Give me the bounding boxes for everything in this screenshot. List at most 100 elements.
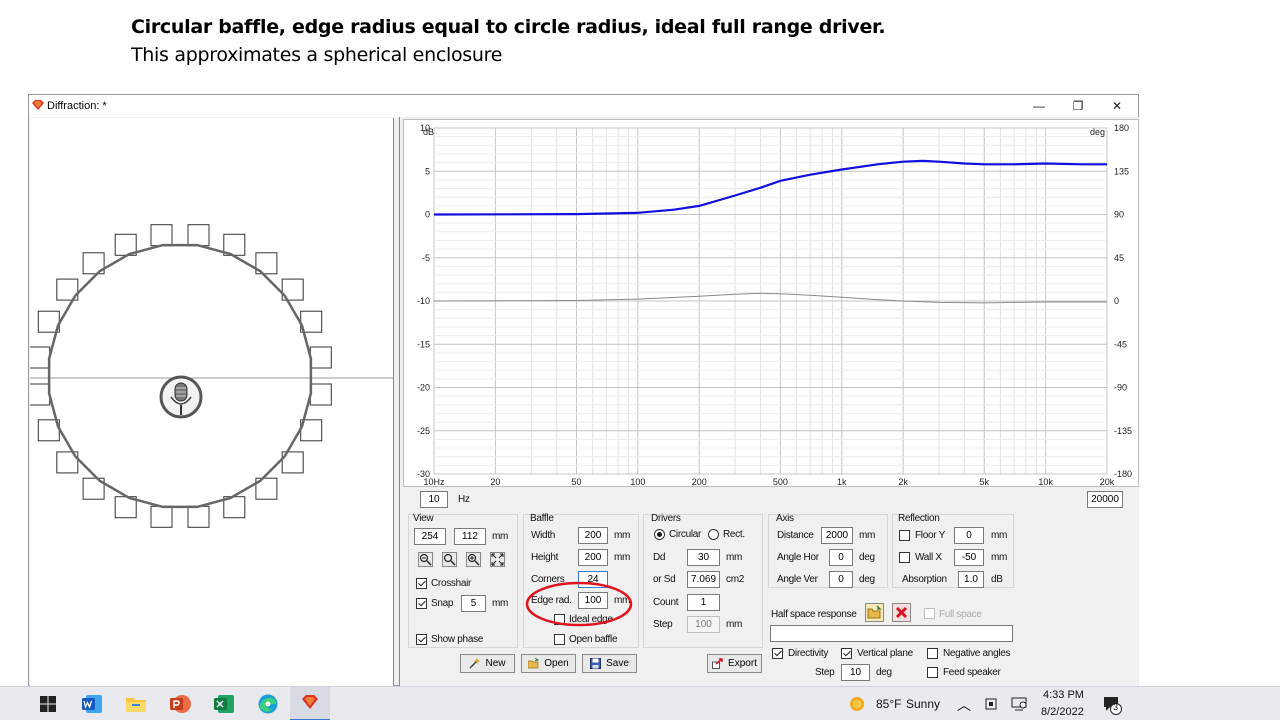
angle-hor-input[interactable]: 0: [829, 549, 853, 566]
clock-date[interactable]: 8/2/2022: [1041, 706, 1084, 718]
angle-ver-label: Angle Ver: [777, 574, 818, 585]
weather-temp[interactable]: 85°F: [876, 697, 901, 711]
corner-handle[interactable]: [187, 505, 210, 528]
new-button-label: New: [485, 658, 506, 669]
export-button[interactable]: Export: [707, 654, 762, 673]
floor-input[interactable]: 0: [954, 527, 984, 544]
open-button[interactable]: Open: [521, 654, 576, 673]
crosshair-checkbox[interactable]: [416, 578, 427, 589]
drivers-group-label: Drivers: [651, 513, 681, 524]
save-button[interactable]: Save: [582, 654, 637, 673]
negative-angles-label: Negative angles: [943, 648, 1011, 659]
dd-input[interactable]: 30: [687, 549, 720, 566]
edge-rad-highlight-circle: [525, 581, 633, 627]
corner-handle[interactable]: [309, 383, 332, 406]
driver-step-unit: mm: [726, 619, 743, 630]
zoom-in-icon[interactable]: [466, 552, 481, 567]
baffle-width-unit: mm: [614, 530, 631, 541]
half-space-path-input[interactable]: [770, 625, 1013, 642]
new-button[interactable]: New: [460, 654, 515, 673]
x-tick: 50: [571, 477, 581, 487]
rect-label: Rect.: [723, 529, 745, 540]
clock-time[interactable]: 4:33 PM: [1043, 689, 1084, 701]
x-tick: 20: [490, 477, 500, 487]
notification-icon[interactable]: [1102, 695, 1122, 715]
full-space-label: Full space: [939, 609, 982, 620]
angle-ver-input[interactable]: 0: [829, 571, 853, 588]
corner-handle[interactable]: [150, 224, 173, 247]
excel-icon[interactable]: [212, 692, 236, 716]
freq-max-input[interactable]: 20000: [1087, 491, 1123, 508]
zoom-fit-icon[interactable]: [442, 552, 457, 567]
corner-handle[interactable]: [187, 224, 210, 247]
restore-button[interactable]: ❐: [1058, 96, 1098, 116]
corner-handle[interactable]: [309, 346, 332, 369]
snap-checkbox[interactable]: [416, 598, 427, 609]
diffraction-window: Diffraction: * — ❐ ✕ 10 5 0 -5 -10 -15 -…: [28, 94, 1139, 687]
rect-radio[interactable]: [708, 529, 719, 540]
diffraction-taskbar-button[interactable]: [290, 687, 330, 720]
absorption-label: Absorption: [902, 574, 947, 585]
file-explorer-icon[interactable]: [124, 692, 148, 716]
x-tick: 200: [692, 477, 707, 487]
sd-input[interactable]: 7.069: [687, 571, 720, 588]
distance-input[interactable]: 2000: [821, 527, 853, 544]
corner-handle[interactable]: [150, 505, 173, 528]
open-baffle-checkbox[interactable]: [554, 634, 565, 645]
vertical-plane-checkbox[interactable]: [841, 648, 852, 659]
chevron-up-icon[interactable]: ︿: [957, 695, 971, 715]
floor-label: Floor Y: [915, 530, 945, 541]
show-phase-checkbox[interactable]: [416, 634, 427, 645]
close-button[interactable]: ✕: [1097, 96, 1137, 116]
view-height-input[interactable]: 112: [454, 528, 486, 545]
network-icon[interactable]: [1011, 696, 1027, 712]
microphone-icon[interactable]: [159, 375, 203, 419]
circular-radio[interactable]: [654, 529, 665, 540]
weather-text[interactable]: Sunny: [906, 697, 940, 711]
snap-input[interactable]: 5: [461, 595, 486, 612]
directivity-checkbox[interactable]: [772, 648, 783, 659]
absorption-input[interactable]: 1.0: [958, 571, 984, 588]
baffle-height-unit: mm: [614, 552, 631, 563]
minimize-button[interactable]: —: [1019, 96, 1059, 116]
zoom-out-icon[interactable]: [418, 552, 433, 567]
powerpoint-icon[interactable]: [168, 692, 192, 716]
sd-unit: cm2: [726, 574, 744, 585]
dd-unit: mm: [726, 552, 743, 563]
delete-icon[interactable]: [892, 603, 911, 622]
floppy-disk-icon: [590, 658, 602, 669]
view-width-input[interactable]: 254: [414, 528, 446, 545]
wall-input[interactable]: -50: [954, 549, 984, 566]
x-tick: 500: [773, 477, 788, 487]
snap-unit: mm: [492, 598, 509, 609]
x-tick: 1k: [837, 477, 847, 487]
floor-checkbox[interactable]: [899, 530, 910, 541]
title-bar[interactable]: Diffraction: * — ❐ ✕: [29, 95, 1138, 117]
dir-step-unit: deg: [876, 667, 892, 678]
save-button-label: Save: [606, 658, 629, 669]
feed-speaker-checkbox[interactable]: [927, 667, 938, 678]
word-icon[interactable]: [80, 692, 104, 716]
dir-step-label: Step: [815, 667, 835, 678]
frequency-response-graph[interactable]: 10 5 0 -5 -10 -15 -20 -25 -30 180 135 90 45 0 -45 -90 -1…: [403, 119, 1139, 487]
baffle-drawing-canvas[interactable]: [28, 118, 394, 686]
freq-min-input[interactable]: 10: [420, 491, 448, 508]
windows-start-icon[interactable]: [36, 692, 60, 716]
y-tick-left: 0: [425, 210, 430, 220]
corner-handle[interactable]: [28, 346, 51, 369]
full-space-checkbox: [924, 608, 935, 619]
open-folder-icon[interactable]: [865, 603, 884, 622]
driver-step-label: Step: [653, 619, 673, 630]
negative-angles-checkbox[interactable]: [927, 648, 938, 659]
count-input[interactable]: 1: [687, 594, 720, 611]
expand-icon[interactable]: [490, 552, 505, 567]
y-tick-left: -5: [422, 253, 430, 263]
slide-subtitle: This approximates a spherical enclosure: [131, 44, 503, 66]
corner-handle[interactable]: [28, 383, 51, 406]
wall-checkbox[interactable]: [899, 552, 910, 563]
baffle-height-input[interactable]: 200: [578, 549, 608, 566]
dir-step-input[interactable]: 10: [841, 664, 870, 681]
usb-device-icon[interactable]: [984, 696, 998, 712]
edge-browser-icon[interactable]: [256, 692, 280, 716]
baffle-width-input[interactable]: 200: [578, 527, 608, 544]
